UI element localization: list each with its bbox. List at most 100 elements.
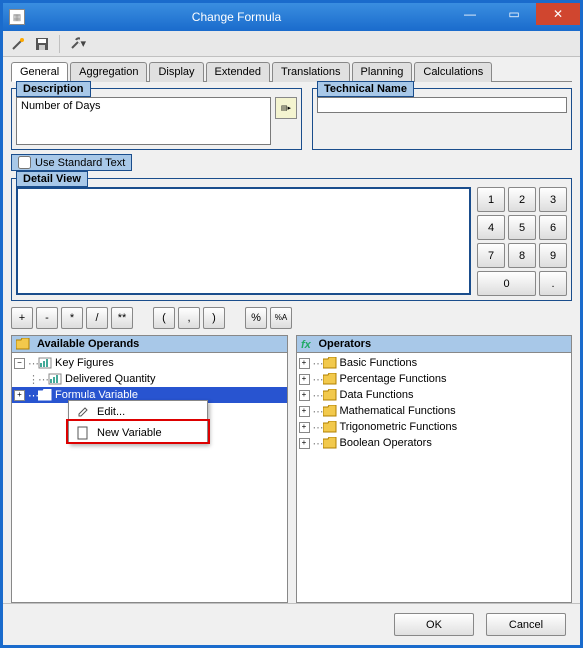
tree-item-mathematical-functions[interactable]: +⋯ Mathematical Functions [297,403,572,419]
expand-icon[interactable]: + [299,358,310,369]
expand-icon[interactable]: + [299,422,310,433]
use-standard-text-label: Use Standard Text [35,157,125,169]
context-edit-label: Edit... [97,406,125,418]
tree-label: Basic Functions [340,357,418,369]
tree-label: Trigonometric Functions [340,421,458,433]
window-title: Change Formula [25,10,448,24]
minimize-button[interactable]: — [448,3,492,25]
tree-item-key-figures[interactable]: − ⋯ Key Figures [12,355,287,371]
available-operands-tree[interactable]: − ⋯ Key Figures ⋮⋯ Delivered Quantity [12,353,287,602]
technical-name-group: Technical Name [312,88,572,150]
keypad-7[interactable]: 7 [477,243,505,268]
keypad-6[interactable]: 6 [539,215,567,240]
maximize-button[interactable]: ▭ [492,3,536,25]
tree-item-data-functions[interactable]: +⋯ Data Functions [297,387,572,403]
op-mult[interactable]: * [61,307,83,329]
footer: OK Cancel [3,603,580,645]
description-helper-button[interactable]: ▤▸ [275,97,297,119]
tree-item-trigonometric-functions[interactable]: +⋯ Trigonometric Functions [297,419,572,435]
keypad-2[interactable]: 2 [508,187,536,212]
window-app-icon: ▦ [9,9,25,25]
op-percent[interactable]: % [245,307,267,329]
tree-label: Key Figures [55,357,114,369]
tree-item-percentage-functions[interactable]: +⋯ Percentage Functions [297,371,572,387]
keypad-9[interactable]: 9 [539,243,567,268]
context-edit[interactable]: Edit... [69,401,207,422]
key-figures-icon [38,357,52,369]
op-rparen[interactable]: ) [203,307,225,329]
tree-connector: ⋮⋯ [28,373,48,386]
tab-display[interactable]: Display [149,62,203,82]
expand-icon[interactable]: + [299,390,310,401]
ok-button[interactable]: OK [394,613,474,636]
expand-icon[interactable]: + [14,390,25,401]
new-icon [75,426,91,440]
context-new-variable[interactable]: New Variable [69,422,207,443]
folder-icon [323,421,337,433]
tab-translations[interactable]: Translations [272,62,350,82]
folder-icon [38,389,52,401]
expand-icon[interactable]: + [299,406,310,417]
tab-extended[interactable]: Extended [206,62,270,82]
key-figure-icon [48,373,62,385]
op-power[interactable]: ** [111,307,133,329]
change-formula-window: ▦ Change Formula — ▭ ✕ ▾ General Aggrega… [0,0,583,648]
tree-label: Boolean Operators [340,437,432,449]
tools-icon[interactable]: ▾ [68,35,86,53]
keypad-3[interactable]: 3 [539,187,567,212]
folder-icon [323,357,337,369]
keypad-1[interactable]: 1 [477,187,505,212]
op-minus[interactable]: - [36,307,58,329]
technical-name-title: Technical Name [317,81,414,97]
wand-icon[interactable] [9,35,27,53]
op-comma[interactable]: , [178,307,200,329]
operators-panel: fx Operators +⋯ Basic Functions +⋯ Perce… [296,335,573,603]
close-button[interactable]: ✕ [536,3,580,25]
cancel-button[interactable]: Cancel [486,613,566,636]
folder-icon [323,373,337,385]
detail-view-area[interactable] [16,187,471,295]
op-div[interactable]: / [86,307,108,329]
tree-connector: ⋯ [28,357,38,370]
description-title: Description [16,81,91,97]
folder-icon [323,437,337,449]
keypad-0[interactable]: 0 [477,271,536,296]
available-operands-panel: Available Operands − ⋯ Key Figures ⋮⋯ [11,335,288,603]
detail-view-title: Detail View [16,171,88,187]
keypad-8[interactable]: 8 [508,243,536,268]
tab-aggregation[interactable]: Aggregation [70,62,147,82]
operators-tree[interactable]: +⋯ Basic Functions +⋯ Percentage Functio… [297,353,572,602]
operator-buttons-row: + - * / ** ( , ) % %A [11,307,572,329]
expand-icon[interactable]: + [299,438,310,449]
folder-icon [323,389,337,401]
collapse-icon[interactable]: − [14,358,25,369]
use-standard-text-checkbox[interactable]: Use Standard Text [11,154,132,171]
tree-label: Data Functions [340,389,414,401]
tree-item-boolean-operators[interactable]: +⋯ Boolean Operators [297,435,572,451]
titlebar: ▦ Change Formula — ▭ ✕ [3,3,580,31]
tree-connector: ⋯ [28,389,38,402]
tab-planning[interactable]: Planning [352,62,413,82]
use-standard-text-input[interactable] [18,156,31,169]
keypad-dot[interactable]: . [539,271,567,296]
op-plus[interactable]: + [11,307,33,329]
context-menu: Edit... New Variable [68,400,208,444]
description-textarea[interactable]: Number of Days [16,97,271,145]
folder-icon [323,405,337,417]
svg-text:fx: fx [301,339,312,350]
tab-calculations[interactable]: Calculations [414,62,492,82]
expand-icon[interactable]: + [299,374,310,385]
save-icon[interactable] [33,35,51,53]
tree-item-basic-functions[interactable]: +⋯ Basic Functions [297,355,572,371]
tree-label: Percentage Functions [340,373,447,385]
edit-icon [75,406,91,418]
tree-item-delivered-quantity[interactable]: ⋮⋯ Delivered Quantity [12,371,287,387]
tab-general[interactable]: General [11,62,68,82]
keypad-4[interactable]: 4 [477,215,505,240]
operators-title: Operators [319,338,372,350]
technical-name-input[interactable] [317,97,567,113]
available-operands-title: Available Operands [37,338,139,350]
op-percent-a[interactable]: %A [270,307,292,329]
op-lparen[interactable]: ( [153,307,175,329]
keypad-5[interactable]: 5 [508,215,536,240]
